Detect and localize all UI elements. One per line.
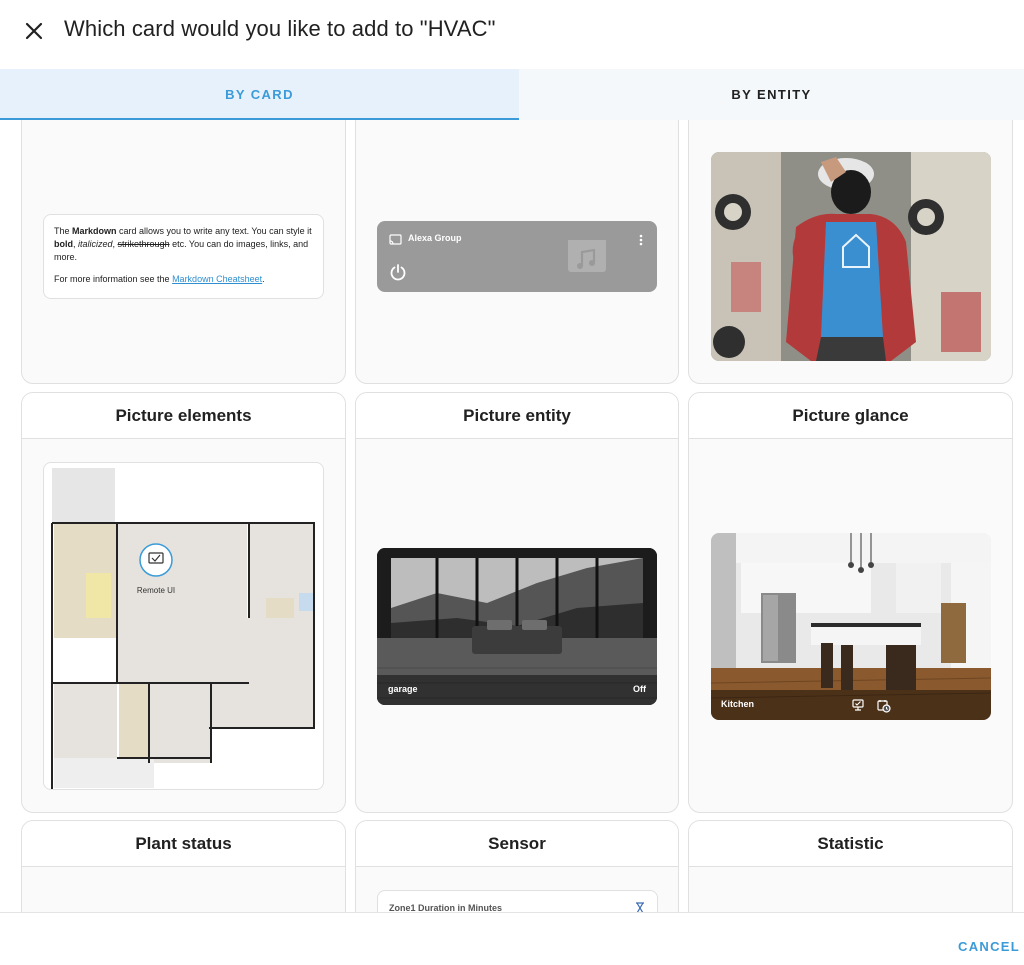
picture-entity-footer: garage Off: [377, 675, 657, 705]
markdown-preview: The Markdown card allows you to write an…: [43, 214, 324, 299]
card-title: Plant status: [22, 821, 345, 867]
card-title: Sensor: [356, 821, 678, 867]
markdown-bold-word: bold: [54, 239, 73, 249]
cancel-button[interactable]: CANCEL: [958, 939, 1020, 954]
floorplan-element-label: Remote UI: [137, 586, 175, 595]
music-icon: [568, 240, 606, 272]
floorplan-preview: Remote UI: [43, 462, 324, 790]
tab-by-card[interactable]: BY CARD: [0, 69, 519, 120]
card-picture[interactable]: [688, 120, 1013, 384]
hourglass-icon: [636, 902, 644, 912]
card-plant-status[interactable]: Plant status: [21, 820, 346, 912]
markdown-text: For more information see the: [54, 274, 173, 284]
card-media-control[interactable]: Alexa Group: [355, 120, 679, 384]
card-title: Picture elements: [22, 393, 345, 439]
card-picture-entity[interactable]: Picture entity garage Off: [355, 392, 679, 813]
card-title: Picture glance: [689, 393, 1012, 439]
card-picture-glance[interactable]: Picture glance Kitchen: [688, 392, 1013, 813]
dialog-header: Which card would you like to add to "HVA…: [0, 0, 1024, 69]
garage-photo: garage Off: [377, 548, 657, 705]
close-button[interactable]: [18, 15, 50, 47]
dialog-footer: CANCEL: [0, 912, 1024, 965]
tab-bar: BY CARD BY ENTITY: [0, 69, 1024, 120]
tab-by-entity[interactable]: BY ENTITY: [519, 69, 1024, 120]
markdown-italic-word: italicized: [78, 239, 113, 249]
markdown-cheatsheet-link[interactable]: Markdown Cheatsheet: [172, 274, 262, 284]
card-title: Statistic: [689, 821, 1012, 867]
picture-glance-footer: Kitchen: [711, 690, 991, 720]
sensor-preview: Zone1 Duration in Minutes: [377, 890, 658, 912]
markdown-bold-name: Markdown: [72, 226, 117, 236]
entity-name: garage: [388, 684, 418, 694]
remote-ui-icon[interactable]: [852, 699, 864, 712]
power-icon[interactable]: [389, 263, 407, 281]
card-title: Picture entity: [356, 393, 678, 439]
person-photo: [711, 152, 991, 361]
markdown-text: .: [262, 274, 265, 284]
card-markdown[interactable]: The Markdown card allows you to write an…: [21, 120, 346, 384]
markdown-text: The: [54, 226, 73, 236]
markdown-text: card allows you to write any text. You c…: [116, 226, 312, 236]
entity-state: Off: [633, 684, 646, 694]
dialog-title: Which card would you like to add to "HVA…: [64, 16, 496, 41]
more-vert-icon[interactable]: [639, 234, 643, 246]
media-player-preview: Alexa Group: [377, 221, 657, 292]
card-statistic[interactable]: Statistic: [688, 820, 1013, 912]
close-icon: [25, 22, 43, 40]
card-picker-content[interactable]: The Markdown card allows you to write an…: [0, 120, 1024, 912]
markdown-strike-word: strikethrough: [117, 239, 170, 249]
floorplan-image: Remote UI: [51, 468, 315, 789]
calendar-clock-icon[interactable]: [877, 699, 891, 713]
sensor-label: Zone1 Duration in Minutes: [389, 903, 503, 912]
media-entity-name: Alexa Group: [408, 233, 462, 243]
person-photo-image: [711, 152, 991, 361]
card-sensor[interactable]: Sensor Zone1 Duration in Minutes: [355, 820, 679, 912]
cast-icon: [389, 234, 402, 245]
card-picture-elements[interactable]: Picture elements Remote UI: [21, 392, 346, 813]
entity-name: Kitchen: [721, 699, 755, 709]
kitchen-photo: Kitchen: [711, 533, 991, 720]
